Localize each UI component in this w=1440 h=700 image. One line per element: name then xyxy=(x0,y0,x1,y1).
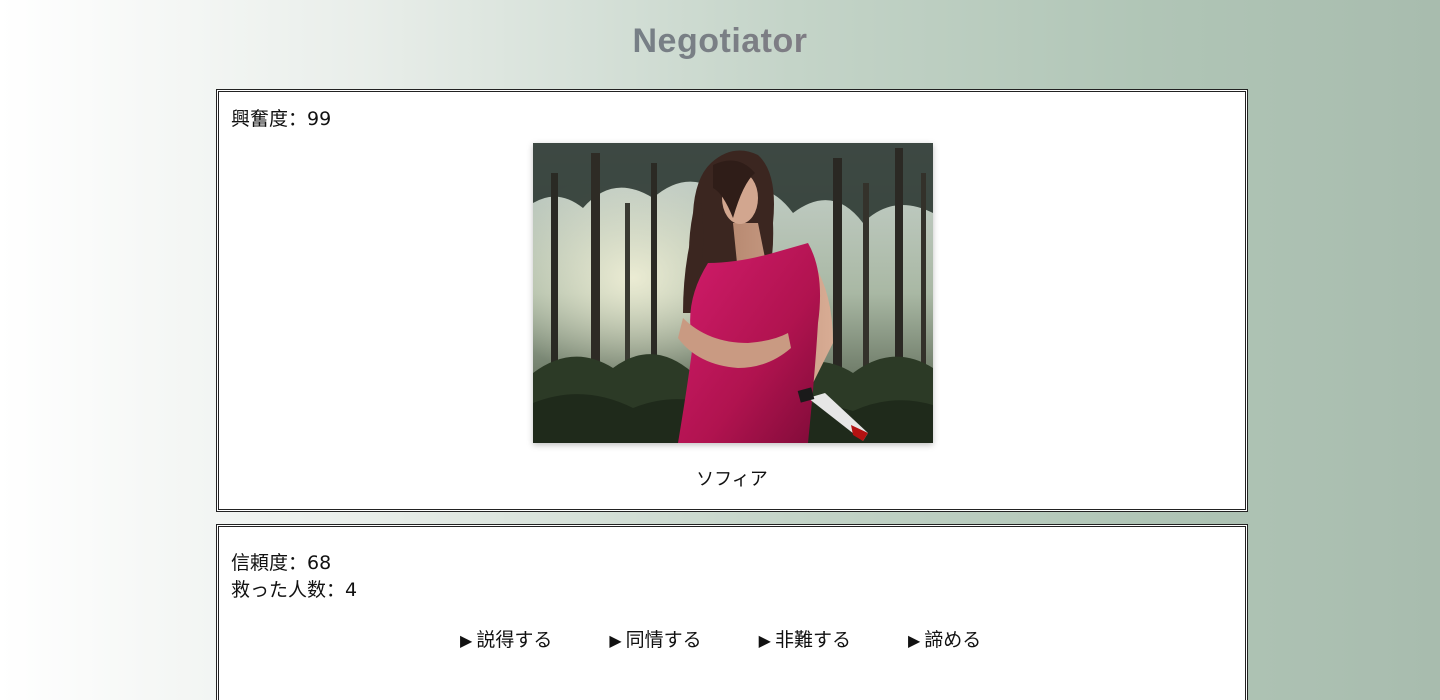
sympathize-label: 同情する xyxy=(625,629,702,651)
character-photo xyxy=(533,143,933,443)
excitement-label: 興奮度 xyxy=(231,108,289,130)
trust-separator: ： xyxy=(288,552,308,574)
sympathize-button[interactable]: ▶ 同情する xyxy=(609,625,701,652)
status-panel: 信頼度：68 救った人数：4 ▶ 説得する ▶ 同情する ▶ 非難する ▶ 諦める xyxy=(216,524,1248,700)
persuade-label: 説得する xyxy=(476,629,553,651)
excitement-separator: ： xyxy=(288,108,308,130)
trust-stat: 信頼度：68 xyxy=(231,550,357,577)
trust-label: 信頼度 xyxy=(231,552,289,574)
trust-value: 68 xyxy=(307,552,332,574)
give-up-button[interactable]: ▶ 諦める xyxy=(908,625,981,652)
condemn-label: 非難する xyxy=(774,629,851,651)
excitement-value: 99 xyxy=(307,108,332,130)
excitement-stat: 興奮度：99 xyxy=(231,106,331,133)
play-arrow-icon: ▶ xyxy=(609,631,622,650)
condemn-button[interactable]: ▶ 非難する xyxy=(759,625,851,652)
stats-block: 信頼度：68 救った人数：4 xyxy=(231,550,357,604)
play-arrow-icon: ▶ xyxy=(460,631,473,650)
app-title: Negotiator xyxy=(0,22,1440,61)
persuade-button[interactable]: ▶ 説得する xyxy=(460,625,552,652)
action-menu: ▶ 説得する ▶ 同情する ▶ 非難する ▶ 諦める xyxy=(460,625,1038,652)
saved-count-label: 救った人数 xyxy=(231,579,327,601)
play-arrow-icon: ▶ xyxy=(758,631,771,650)
play-arrow-icon: ▶ xyxy=(907,631,921,650)
saved-count-value: 4 xyxy=(345,579,358,601)
give-up-label: 諦める xyxy=(924,629,982,651)
character-name: ソフィア xyxy=(696,469,768,490)
saved-count-separator: ： xyxy=(326,579,346,601)
saved-count-stat: 救った人数：4 xyxy=(231,577,357,604)
hostage-taker-panel: 興奮度：99 ソフィア xyxy=(216,89,1248,512)
